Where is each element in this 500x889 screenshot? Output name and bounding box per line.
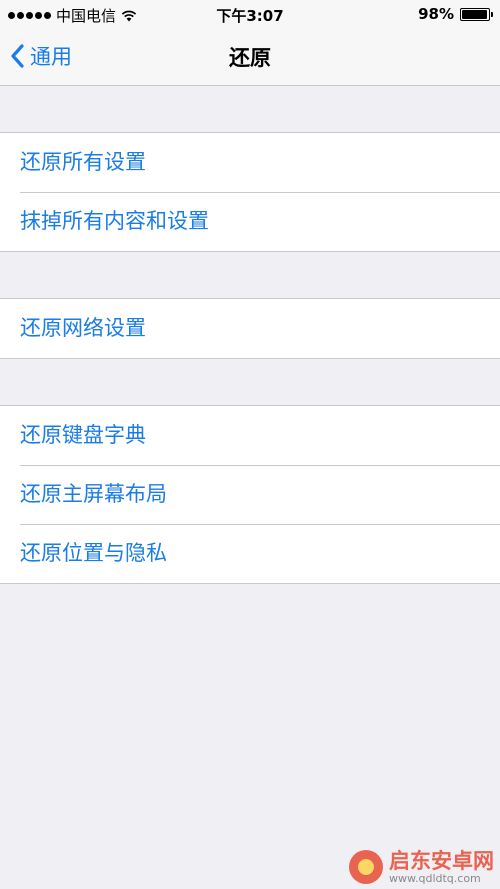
battery-fill xyxy=(462,9,488,19)
watermark-logo-icon xyxy=(349,850,383,885)
battery-icon xyxy=(460,7,493,21)
page-title: 还原 xyxy=(229,46,271,70)
status-right: 98% xyxy=(418,5,493,23)
reset-group-2: 还原网络设置 xyxy=(0,298,500,359)
reset-group-3: 还原键盘字典 还原主屏幕布局 还原位置与隐私 xyxy=(0,405,500,584)
reset-location-privacy-cell[interactable]: 还原位置与隐私 xyxy=(0,524,500,583)
watermark-name: 启东安卓网 xyxy=(389,848,494,873)
reset-all-settings-cell[interactable]: 还原所有设置 xyxy=(0,133,500,192)
watermark-url: www.qdldtq.com xyxy=(389,871,481,885)
watermark-text: 启东安卓网 www.qdldtq.com xyxy=(389,848,494,885)
erase-all-content-cell[interactable]: 抹掉所有内容和设置 xyxy=(0,192,500,251)
reset-home-screen-layout-cell[interactable]: 还原主屏幕布局 xyxy=(0,465,500,524)
status-bar: 中国电信 下午3:07 98% xyxy=(0,0,500,30)
reset-group-1: 还原所有设置 抹掉所有内容和设置 xyxy=(0,132,500,252)
navigation-bar: 通用 还原 xyxy=(0,30,500,86)
battery-percent: 98% xyxy=(418,5,454,23)
reset-network-settings-cell[interactable]: 还原网络设置 xyxy=(0,299,500,358)
watermark: 启东安卓网 www.qdldtq.com xyxy=(349,848,494,885)
reset-keyboard-dictionary-cell[interactable]: 还原键盘字典 xyxy=(0,406,500,465)
